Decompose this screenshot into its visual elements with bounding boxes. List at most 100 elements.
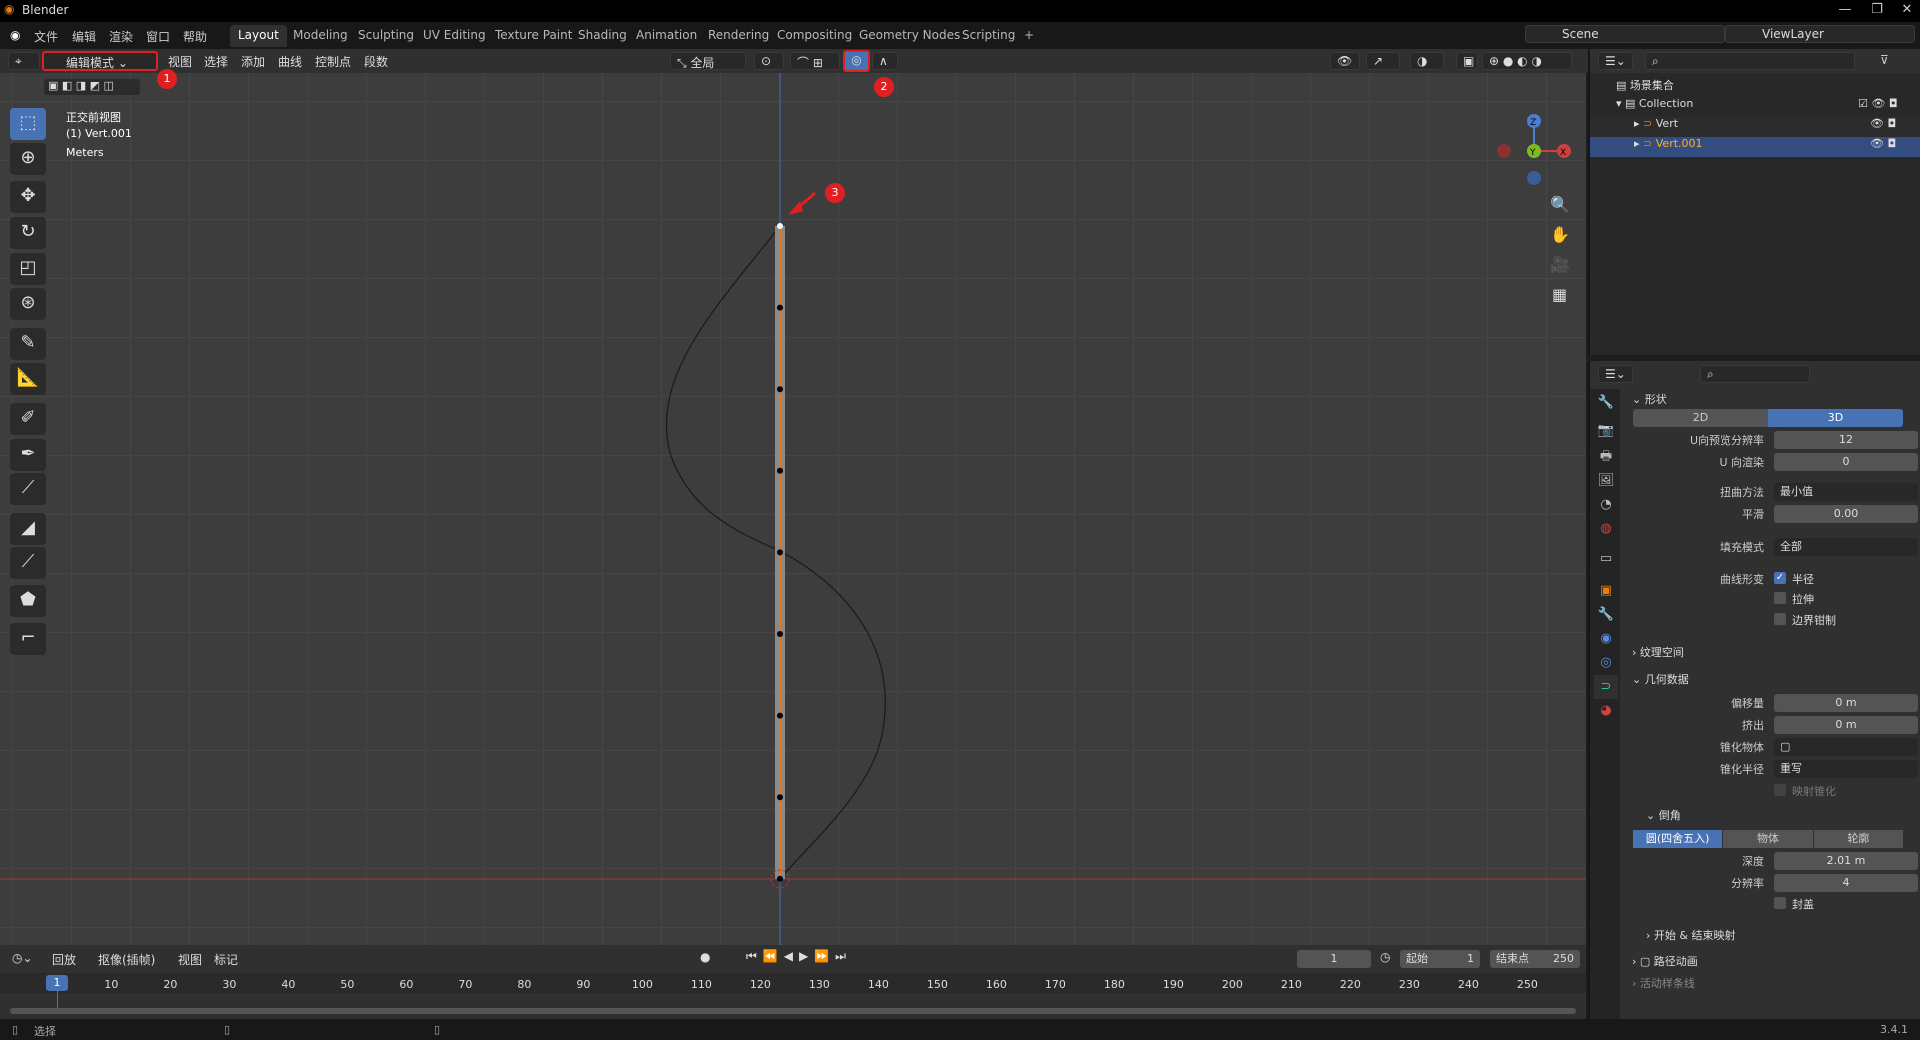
- view-layer-selector[interactable]: ViewLayer: [1725, 25, 1915, 43]
- map-taper-checkbox[interactable]: [1774, 784, 1786, 796]
- menu-render[interactable]: 渲染: [109, 28, 133, 45]
- grid-icon[interactable]: ▦: [1552, 285, 1567, 304]
- section-texture-space[interactable]: › 纹理空间: [1632, 644, 1918, 660]
- close-button[interactable]: ✕: [1892, 2, 1920, 17]
- taper-radius-dropdown[interactable]: 重写: [1774, 760, 1918, 778]
- outliner-collection[interactable]: ▾ ▤ Collection ☑ 👁 ◘: [1590, 97, 1920, 117]
- menu-edit[interactable]: 编辑: [72, 28, 96, 45]
- tab-sculpting[interactable]: Sculpting: [350, 25, 422, 47]
- timeline-editor-type[interactable]: ◷⌄: [12, 951, 33, 965]
- menu-window[interactable]: 窗口: [146, 28, 170, 45]
- transform-orientation-dropdown[interactable]: ⤡ 全局: [670, 52, 746, 70]
- outliner-editor-type[interactable]: ☰⌄: [1598, 52, 1633, 70]
- menu-view[interactable]: 视图: [168, 53, 192, 70]
- gizmo-toggle[interactable]: ↗: [1366, 52, 1400, 70]
- resolution-field[interactable]: 4: [1774, 874, 1918, 892]
- material-tab-icon[interactable]: ◕: [1594, 699, 1618, 723]
- tab-modeling[interactable]: Modeling: [285, 25, 356, 47]
- tab-layout[interactable]: Layout: [230, 25, 287, 47]
- section-bevel[interactable]: ⌄ 倒角: [1646, 807, 1920, 823]
- frame-ruler[interactable]: 1 10 20 30 40 50 60 70 80 90 100 110 120 130 140 150 16…: [0, 973, 1586, 993]
- keying-menu[interactable]: 抠像(插帧): [98, 951, 155, 968]
- physics-tab-icon[interactable]: ◎: [1594, 651, 1618, 675]
- dimensions-toggle[interactable]: 2D 3D: [1633, 409, 1903, 427]
- curve-data-tab-icon[interactable]: ⊃: [1594, 675, 1618, 699]
- menu-segments[interactable]: 段数: [364, 53, 388, 70]
- particles-tab-icon[interactable]: ◉: [1594, 627, 1618, 651]
- 3d-viewport[interactable]: ▣ ◧ ◨ ◩ ◫ ⬚ ⊕ ✥ ↻ ◰ ⊛ ✎ 📐 ✐ ✒ ⟋ ◢ ⟋ ⬟ ⌐ …: [0, 69, 1586, 945]
- fill-caps-checkbox[interactable]: [1774, 897, 1786, 909]
- xray-toggle[interactable]: ▣: [1456, 52, 1478, 70]
- offset-field[interactable]: 0 m: [1774, 694, 1918, 712]
- render-tab-icon[interactable]: 📷: [1594, 419, 1618, 443]
- scene-selector[interactable]: Scene: [1525, 25, 1725, 43]
- timeline-scrollbar[interactable]: [10, 1008, 1576, 1014]
- section-geometry[interactable]: ⌄ 几何数据: [1632, 671, 1918, 687]
- outliner-item-vert-001[interactable]: ▸ ⊃ Vert.001 👁 ◘: [1590, 137, 1920, 157]
- section-path-animation[interactable]: › ▢ 路径动画: [1632, 953, 1918, 969]
- dim-2d-button[interactable]: 2D: [1633, 409, 1768, 427]
- outliner-item-vert[interactable]: ▸ ⊃ Vert 👁 ◘: [1590, 117, 1920, 137]
- modifier-tab-icon[interactable]: 🔧: [1594, 603, 1618, 627]
- smooth-field[interactable]: 0.00: [1774, 505, 1918, 523]
- menu-curve[interactable]: 曲线: [278, 53, 302, 70]
- record-button[interactable]: ●: [700, 950, 710, 964]
- start-frame-field[interactable]: 起始 1: [1400, 950, 1480, 968]
- zoom-icon[interactable]: 🔍: [1550, 195, 1570, 214]
- depth-field[interactable]: 2.01 m: [1774, 852, 1918, 870]
- tab-texture-paint[interactable]: Texture Paint: [487, 25, 580, 47]
- current-frame-field[interactable]: 1: [1297, 950, 1371, 968]
- fill-mode-dropdown[interactable]: 全部: [1774, 538, 1918, 556]
- section-start-end-mapping[interactable]: › 开始 & 结束映射: [1646, 927, 1920, 943]
- menu-select[interactable]: 选择: [204, 53, 228, 70]
- output-tab-icon[interactable]: 🖶: [1594, 445, 1618, 469]
- taper-object-field[interactable]: ▢: [1774, 738, 1918, 756]
- marker-menu[interactable]: 标记: [214, 951, 238, 968]
- snap-button[interactable]: ⌒ ⊞: [790, 52, 840, 70]
- camera-icon[interactable]: 🎥: [1550, 255, 1570, 274]
- twist-method-dropdown[interactable]: 最小值: [1774, 483, 1918, 501]
- radius-checkbox[interactable]: ✓: [1774, 572, 1786, 584]
- playback-controls[interactable]: ⏮⏪◀▶⏩⏭: [746, 949, 852, 964]
- proportional-editing-toggle[interactable]: ◎: [843, 50, 870, 72]
- tab-rendering[interactable]: Rendering: [700, 25, 777, 47]
- pivot-point-button[interactable]: ⊙: [754, 52, 784, 70]
- bevel-mode-toggle[interactable]: 圆(四舍五入) 物体 轮廓: [1633, 830, 1903, 848]
- properties-search[interactable]: ⌕: [1700, 365, 1810, 383]
- outliner-search[interactable]: ⌕: [1645, 52, 1855, 70]
- view-layer-tab-icon[interactable]: 🖼: [1594, 469, 1618, 493]
- bounds-clamp-checkbox[interactable]: [1774, 613, 1786, 625]
- tab-scripting[interactable]: Scripting: [954, 25, 1023, 47]
- tool-tab-icon[interactable]: 🔧: [1594, 391, 1618, 415]
- menu-control-points[interactable]: 控制点: [315, 53, 351, 70]
- dim-3d-button[interactable]: 3D: [1768, 409, 1903, 427]
- tab-geometry-nodes[interactable]: Geometry Nodes: [851, 25, 968, 47]
- end-frame-field[interactable]: 结束点 250: [1490, 950, 1580, 968]
- navigation-gizmo[interactable]: Z Y X: [1490, 111, 1580, 191]
- pan-hand-icon[interactable]: ✋: [1550, 225, 1570, 244]
- blender-menu-icon[interactable]: ◉: [10, 28, 20, 42]
- preview-u-field[interactable]: 12: [1774, 431, 1918, 449]
- collection-tab-icon[interactable]: ▭: [1594, 547, 1618, 571]
- overlay-toggle[interactable]: ◑: [1410, 52, 1444, 70]
- outliner-scene-collection[interactable]: ▤ 场景集合: [1590, 77, 1920, 97]
- tab-uv-editing[interactable]: UV Editing: [415, 25, 494, 47]
- properties-editor-type[interactable]: ☰⌄: [1598, 365, 1633, 383]
- tab-compositing[interactable]: Compositing: [769, 25, 860, 47]
- filter-icon[interactable]: ⊽: [1880, 53, 1889, 67]
- timeline-view-menu[interactable]: 视图: [178, 951, 202, 968]
- scene-tab-icon[interactable]: ◔: [1594, 493, 1618, 517]
- tab-animation[interactable]: Animation: [628, 25, 705, 47]
- section-shape[interactable]: ⌄ 形状: [1632, 391, 1918, 407]
- menu-add[interactable]: 添加: [241, 53, 265, 70]
- section-active-spline[interactable]: › 活动样条线: [1632, 975, 1918, 991]
- bevel-object-button[interactable]: 物体: [1723, 830, 1813, 848]
- mode-selector[interactable]: 编辑模式 ⌄: [42, 51, 158, 71]
- world-tab-icon[interactable]: ◍: [1594, 517, 1618, 541]
- minimize-button[interactable]: —: [1830, 2, 1860, 17]
- render-u-field[interactable]: 0: [1774, 453, 1918, 471]
- shading-modes[interactable]: ⊕ ● ◐ ◑: [1482, 52, 1572, 70]
- proportional-falloff-button[interactable]: ∧: [872, 52, 898, 70]
- menu-file[interactable]: 文件: [34, 28, 58, 45]
- menu-help[interactable]: 帮助: [183, 28, 207, 45]
